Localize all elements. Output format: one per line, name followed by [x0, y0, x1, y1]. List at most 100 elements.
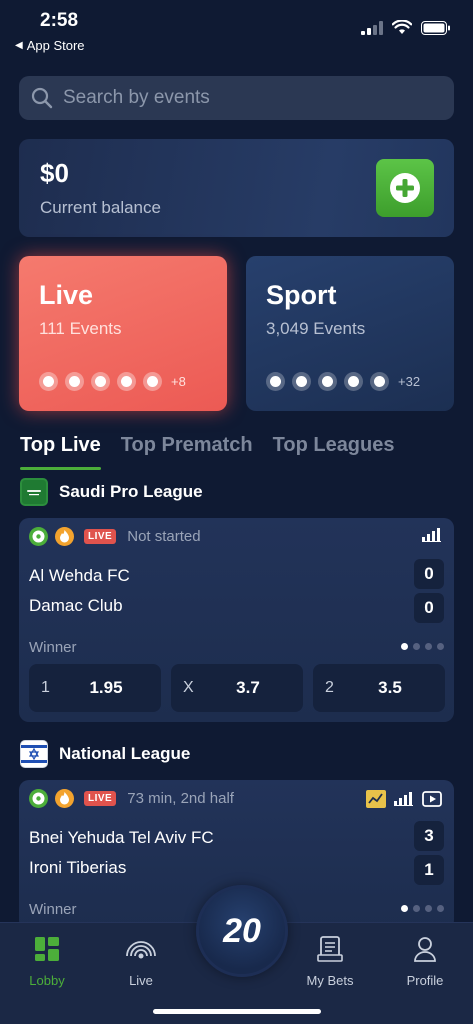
- soccer-ball-icon: [29, 789, 48, 808]
- more-sports-count: +32: [398, 374, 421, 389]
- live-category-card[interactable]: Live 111 Events +8: [19, 256, 227, 411]
- tennis-icon: [143, 372, 162, 391]
- sport-category-card[interactable]: Sport 3,049 Events +32: [246, 256, 454, 411]
- bet-slip-icon: [317, 936, 343, 962]
- nav-profile[interactable]: Profile: [380, 933, 470, 988]
- odd-button-home[interactable]: 1 1.95: [29, 664, 161, 712]
- grid-icon: [35, 937, 59, 961]
- category-events-count: 111 Events: [39, 319, 122, 338]
- more-sports-count: +8: [171, 374, 186, 389]
- tab-top-live[interactable]: Top Live: [20, 434, 101, 470]
- pager-dot: [425, 905, 432, 912]
- match-meta: LIVE Not started: [29, 527, 201, 546]
- hockey-icon: [318, 372, 337, 391]
- score-home: 3: [414, 821, 444, 851]
- category-title: Sport: [266, 280, 337, 310]
- pager-dot: [437, 905, 444, 912]
- nav-label: My Bets: [306, 973, 354, 988]
- match-meta: LIVE 73 min, 2nd half: [29, 789, 234, 808]
- league-header[interactable]: Saudi Pro League: [20, 478, 203, 506]
- chart-icon[interactable]: [366, 790, 386, 808]
- pager-dot: [413, 643, 420, 650]
- nav-lobby[interactable]: Lobby: [2, 933, 92, 988]
- match-status: Not started: [127, 528, 201, 545]
- tennis-icon: [370, 372, 389, 391]
- league-header[interactable]: National League: [20, 740, 190, 768]
- soccer-icon: [39, 372, 58, 391]
- live-badge: LIVE: [84, 529, 117, 544]
- pager-dot: [413, 905, 420, 912]
- sport-icons-row: +32: [266, 372, 420, 391]
- odd-value: 1.95: [89, 678, 123, 697]
- user-icon: [414, 937, 436, 962]
- cellular-signal-icon: [361, 20, 383, 35]
- search-input[interactable]: Search by events: [19, 76, 454, 120]
- flame-icon: [55, 527, 74, 546]
- balance-card: $0 Current balance: [19, 139, 454, 237]
- odd-label: 1: [41, 679, 50, 696]
- saudi-flag-icon: [20, 478, 48, 506]
- market-pager[interactable]: [401, 643, 444, 650]
- status-icons: [361, 20, 451, 35]
- pager-dot: [425, 643, 432, 650]
- nav-my-bets[interactable]: My Bets: [285, 933, 375, 988]
- pager-dot: [401, 643, 408, 650]
- odd-value: 3.5: [378, 678, 402, 697]
- tab-top-leagues[interactable]: Top Leagues: [273, 434, 395, 470]
- score-home: 0: [414, 559, 444, 589]
- nav-label: Live: [129, 973, 153, 988]
- tab-top-prematch[interactable]: Top Prematch: [121, 434, 253, 470]
- balance-amount: $0: [40, 158, 69, 188]
- match-card[interactable]: LIVE Not started Al Wehda FC Damac Club …: [19, 518, 454, 722]
- category-title: Live: [39, 280, 94, 310]
- nav-label: Lobby: [29, 973, 65, 988]
- market-pager[interactable]: [401, 905, 444, 912]
- live-badge: LIVE: [84, 791, 117, 806]
- basketball-icon: [117, 372, 136, 391]
- market-label: Winner: [29, 639, 77, 656]
- sport-icons-row: +8: [39, 372, 186, 391]
- match-status: 73 min, 2nd half: [127, 790, 234, 807]
- home-indicator: [153, 1009, 321, 1014]
- odd-button-draw[interactable]: X 3.7: [171, 664, 303, 712]
- back-label: App Store: [26, 38, 85, 53]
- top-tabs: Top Live Top Prematch Top Leagues: [20, 434, 395, 470]
- odd-label: 2: [325, 679, 334, 696]
- team-away: Ironi Tiberias: [29, 858, 127, 877]
- league-name: National League: [59, 744, 191, 763]
- nav-label: Profile: [406, 973, 444, 988]
- israel-flag-icon: [20, 740, 48, 768]
- league-name: Saudi Pro League: [59, 482, 203, 501]
- team-away: Damac Club: [29, 596, 123, 615]
- center-action-button[interactable]: 20: [196, 885, 288, 977]
- video-play-icon[interactable]: [422, 791, 442, 807]
- nav-live[interactable]: Live: [96, 933, 186, 988]
- score-away: 1: [414, 855, 444, 885]
- status-bar: 2:58 ◀ App Store: [0, 0, 473, 62]
- basketball-icon: [344, 372, 363, 391]
- pager-dot: [437, 643, 444, 650]
- battery-icon: [421, 20, 450, 35]
- soccer-icon: [266, 372, 285, 391]
- add-funds-button[interactable]: [376, 159, 434, 217]
- team-home: Al Wehda FC: [29, 566, 130, 585]
- statistics-icon[interactable]: [394, 792, 414, 806]
- search-placeholder: Search by events: [63, 87, 210, 108]
- category-events-count: 3,049 Events: [266, 319, 366, 338]
- score-away: 0: [414, 593, 444, 623]
- team-home: Bnei Yehuda Tel Aviv FC: [29, 828, 214, 847]
- soccer-ball-icon: [29, 527, 48, 546]
- center-button-label: 20: [223, 911, 261, 950]
- balance-label: Current balance: [40, 198, 161, 217]
- back-to-app-store[interactable]: ◀ App Store: [15, 38, 85, 53]
- market-label: Winner: [29, 901, 77, 918]
- match-actions: [366, 790, 442, 808]
- volleyball-icon: [65, 372, 84, 391]
- pager-dot: [401, 905, 408, 912]
- flame-icon: [55, 789, 74, 808]
- hockey-icon: [91, 372, 110, 391]
- odd-label: X: [183, 679, 194, 696]
- volleyball-icon: [292, 372, 311, 391]
- statistics-icon[interactable]: [422, 528, 442, 542]
- odd-button-away[interactable]: 2 3.5: [313, 664, 445, 712]
